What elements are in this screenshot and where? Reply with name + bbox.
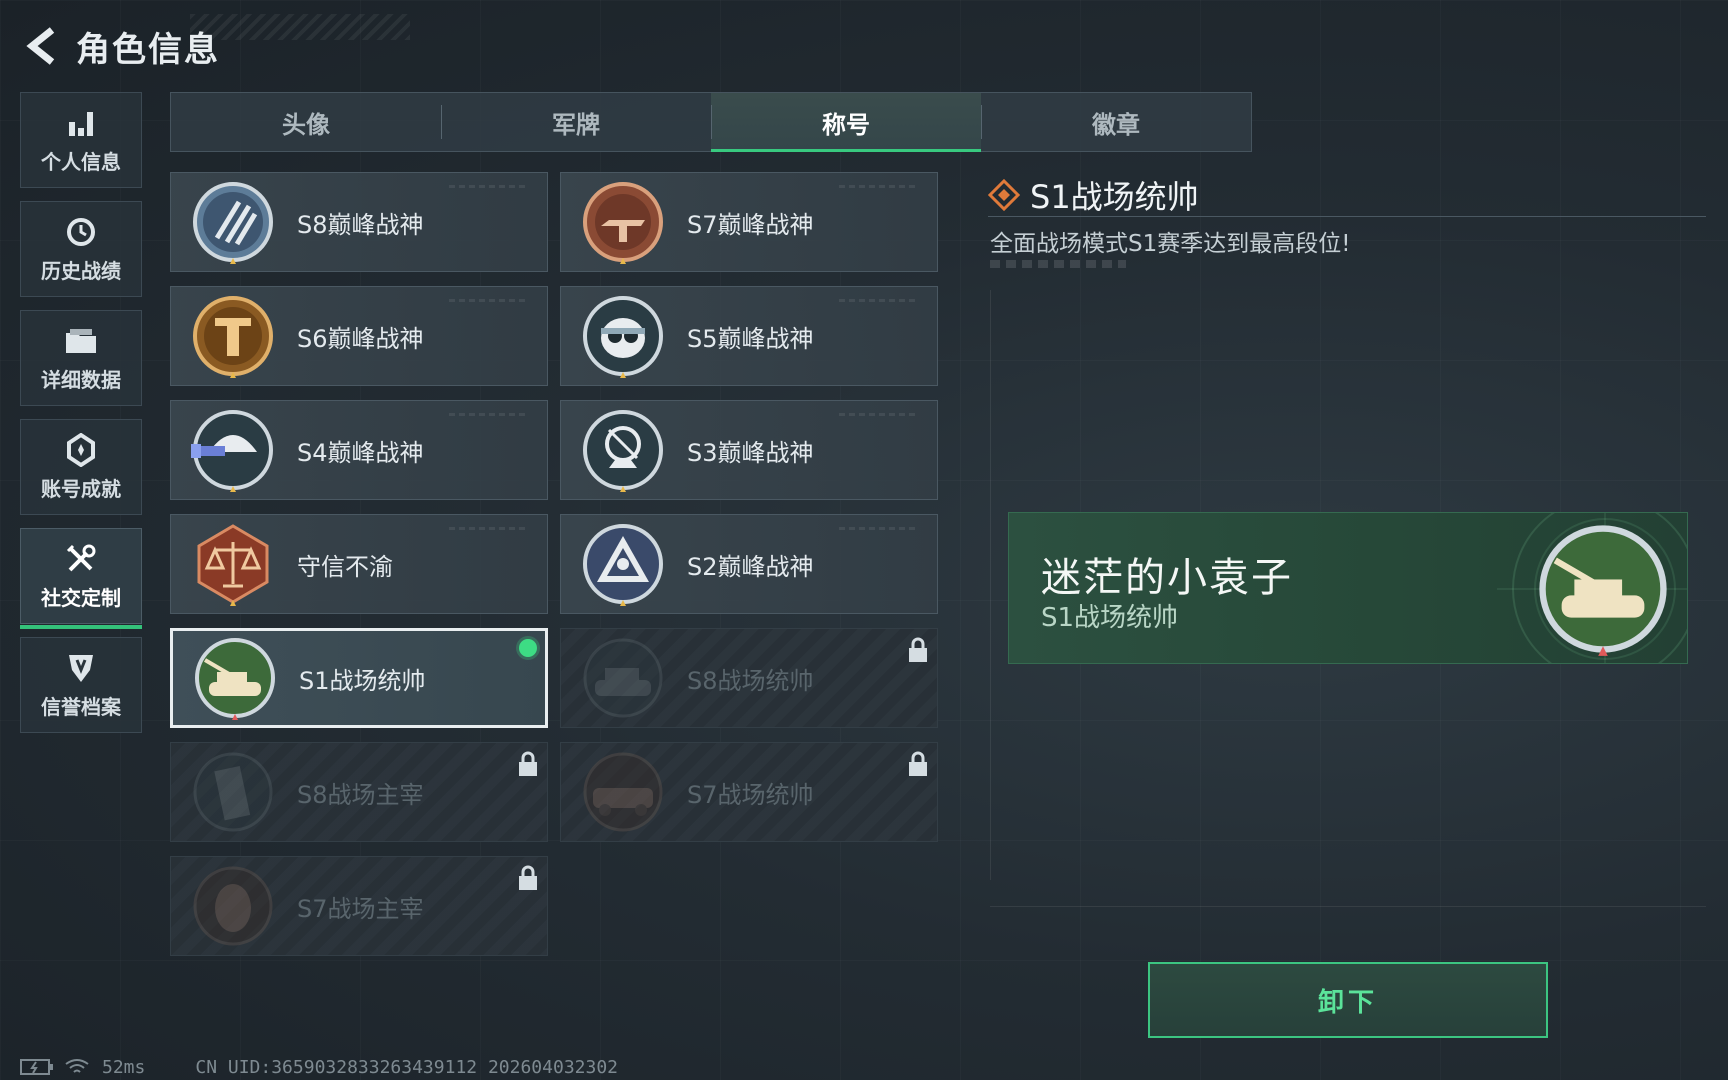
title-card-label: S1战场统帅 — [299, 666, 426, 695]
wifi-icon — [65, 1059, 89, 1073]
peak-emblem-icon — [193, 182, 273, 264]
sidebar-item-personal-info[interactable]: 个人信息 — [20, 92, 142, 188]
back-arrow-icon — [26, 27, 55, 65]
title-card[interactable]: S8巅峰战神 — [170, 172, 548, 272]
frame-line — [990, 906, 1706, 907]
divider — [988, 216, 1706, 217]
tab-avatar[interactable]: 头像 — [171, 93, 441, 151]
header-decoration — [190, 14, 410, 40]
user-uid: CN UID:3659032833263439112 202604032302 — [195, 1056, 618, 1078]
unequip-button[interactable]: 卸下 — [1148, 962, 1548, 1038]
title-card-label: 守信不渝 — [297, 552, 393, 581]
title-card[interactable]: S2巅峰战神 — [560, 514, 938, 614]
title-card-selected[interactable]: S1战场统帅 — [170, 628, 548, 728]
sidebar-item-label: 详细数据 — [41, 367, 121, 392]
title-card-locked[interactable]: S7战场统帅 — [560, 742, 938, 842]
detail-description: 全面战场模式S1赛季达到最高段位! — [990, 231, 1351, 257]
title-card-locked[interactable]: S8战场统帅 — [560, 628, 938, 728]
title-card[interactable]: 守信不渝 — [170, 514, 548, 614]
sidebar-item-label: 信誉档案 — [41, 694, 121, 719]
tab-title[interactable]: 称号 — [711, 93, 981, 152]
sidebar-item-label: 个人信息 — [41, 149, 121, 174]
title-card-label: S7战场主宰 — [297, 894, 424, 923]
peak-emblem-icon — [583, 296, 663, 378]
title-card-label: S8战场主宰 — [297, 780, 424, 809]
title-card[interactable]: S3巅峰战神 — [560, 400, 938, 500]
title-card[interactable]: S6巅峰战神 — [170, 286, 548, 386]
sidebar-item-label: 账号成就 — [41, 476, 121, 501]
unequip-button-label: 卸下 — [1317, 987, 1378, 1018]
peak-emblem-icon — [583, 182, 663, 264]
title-preview-banner: 迷茫的小袁子 S1战场统帅 — [1008, 512, 1688, 664]
tab-badge[interactable]: 徽章 — [981, 93, 1251, 151]
vehicle-emblem-icon — [583, 752, 663, 832]
sidebar-item-credit-record[interactable]: 信誉档案 — [20, 637, 142, 733]
tank-emblem-icon — [195, 638, 275, 720]
lock-icon — [519, 751, 537, 776]
soldier-emblem-icon — [193, 866, 273, 946]
frame-line — [990, 290, 991, 880]
status-bar: 52ms CN UID:3659032833263439112 20260403… — [20, 1056, 618, 1078]
sidebar-item-details[interactable]: 详细数据 — [20, 310, 142, 406]
title-card-label: S4巅峰战神 — [297, 438, 424, 467]
title-card-label: S2巅峰战神 — [687, 552, 814, 581]
detail-title: S1战场统帅 — [1030, 178, 1199, 216]
lock-icon — [909, 751, 927, 776]
sidebar-item-label: 历史战绩 — [41, 258, 121, 283]
player-name: 迷茫的小袁子 — [1041, 555, 1293, 601]
page-title: 角色信息 — [76, 29, 220, 70]
sidebar: 个人信息 历史战绩 详细数据 账号成就 社交定制 信誉档案 — [20, 92, 142, 746]
bar-chart-icon — [69, 111, 93, 136]
title-card-label: S8巅峰战神 — [297, 210, 424, 239]
sidebar-item-social-custom[interactable]: 社交定制 — [20, 528, 142, 629]
title-card-locked[interactable]: S8战场主宰 — [170, 742, 548, 842]
detail-decoration — [990, 260, 1126, 268]
achievement-icon — [67, 432, 95, 467]
lock-icon — [909, 637, 927, 662]
title-card-label: S8战场统帅 — [687, 666, 814, 695]
title-card-label: S7战场统帅 — [687, 780, 814, 809]
peak-emblem-icon — [191, 410, 273, 492]
peak-emblem-icon — [583, 524, 663, 606]
title-card[interactable]: S4巅峰战神 — [170, 400, 548, 500]
lock-icon — [519, 865, 537, 890]
title-card-label: S5巅峰战神 — [687, 324, 814, 353]
title-card-locked[interactable]: S7战场主宰 — [170, 856, 548, 956]
peak-emblem-icon — [583, 410, 663, 492]
peak-emblem-icon — [193, 296, 273, 378]
page-header: 角色信息 — [20, 18, 220, 74]
title-card-label: S6巅峰战神 — [297, 324, 424, 353]
back-button[interactable] — [20, 24, 64, 68]
battery-icon — [20, 1059, 53, 1075]
tab-bar: 头像 军牌 称号 徽章 — [170, 92, 1252, 152]
sidebar-item-history[interactable]: 历史战绩 — [20, 201, 142, 297]
sidebar-item-achievements[interactable]: 账号成就 — [20, 419, 142, 515]
title-card-label: S3巅峰战神 — [687, 438, 814, 467]
history-clock-icon — [67, 217, 95, 246]
detail-header: S1战场统帅 — [988, 172, 1199, 218]
title-card-label: S7巅峰战神 — [687, 210, 814, 239]
title-card[interactable]: S5巅峰战神 — [560, 286, 938, 386]
ping-value: 52ms — [102, 1056, 146, 1078]
equipped-indicator — [519, 639, 537, 657]
diamond-icon — [988, 179, 1020, 211]
scales-emblem-icon — [197, 524, 269, 606]
tank-emblem-icon — [583, 638, 663, 718]
tank-emblem-icon — [1539, 525, 1667, 656]
preview-title: S1战场统帅 — [1041, 603, 1179, 633]
tab-dogtag[interactable]: 军牌 — [441, 93, 711, 151]
tools-icon — [66, 544, 96, 571]
title-card[interactable]: S7巅峰战神 — [560, 172, 938, 272]
sidebar-item-label: 社交定制 — [41, 585, 121, 610]
building-emblem-icon — [193, 752, 273, 832]
folder-icon — [66, 328, 96, 353]
shield-badge-icon — [69, 654, 93, 682]
